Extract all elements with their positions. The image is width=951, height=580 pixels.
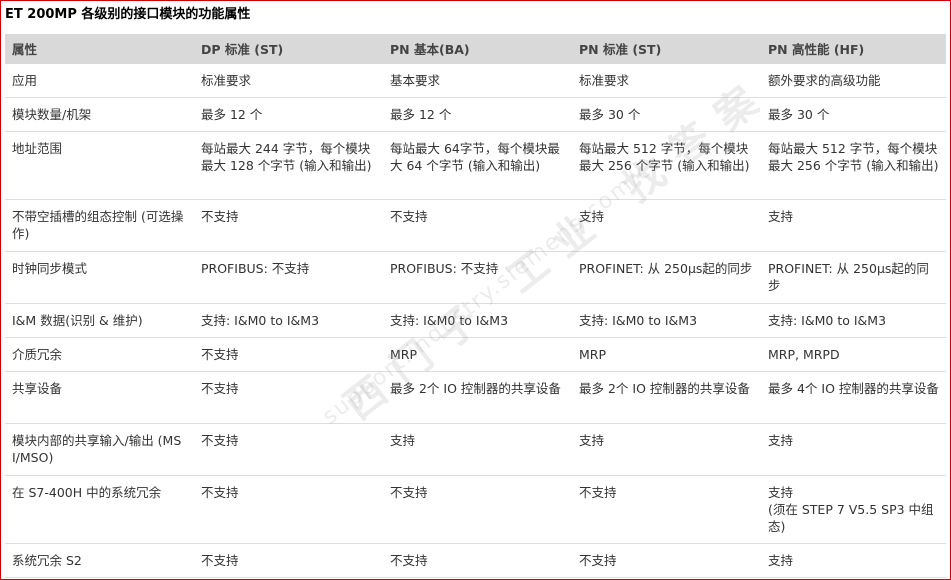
table-cell: 每站最大 512 字节，每个模块最大 256 个字节 (输入和输出) — [761, 131, 946, 200]
row-label: 时钟同步模式 — [5, 251, 194, 304]
table-cell: 不支持 — [194, 337, 383, 372]
table-cell: 支持: I&M0 to I&M3 — [761, 303, 946, 338]
table-cell: 最多 2个 IO 控制器的共享设备 — [572, 371, 761, 424]
column-header-pn-hf: PN 高性能 (HF) — [761, 34, 946, 64]
table-row: 时钟同步模式 PROFIBUS: 不支持 PROFIBUS: 不支持 PROFI… — [5, 251, 946, 304]
table-cell: PROFIBUS: 不支持 — [194, 251, 383, 304]
table-row: 模块数量/机架 最多 12 个 最多 12 个 最多 30 个 最多 30 个 — [5, 97, 946, 132]
table-cell: 支持 — [572, 423, 761, 476]
table-cell: 最多 12 个 — [383, 97, 572, 132]
table-cell: 不支持 — [194, 423, 383, 476]
table-cell: 支持 (须在 STEP 7 V5.5 SP3 中组态) — [761, 475, 946, 544]
row-label: 应用 — [5, 64, 194, 98]
column-header-dp-st: DP 标准 (ST) — [194, 34, 383, 64]
table-cell: 不支持 — [572, 475, 761, 544]
table-row: 在 S7-400H 中的系统冗余 不支持 不支持 不支持 支持 (须在 STEP… — [5, 475, 946, 544]
table-cell: 每站最大 244 字节，每个模块最大 128 个字节 (输入和输出) — [194, 131, 383, 200]
table-row: 应用 标准要求 基本要求 标准要求 额外要求的高级功能 — [5, 64, 946, 98]
table-row: I&M 数据(识别 & 维护) 支持: I&M0 to I&M3 支持: I&M… — [5, 303, 946, 338]
table-row: 地址范围 每站最大 244 字节，每个模块最大 128 个字节 (输入和输出) … — [5, 131, 946, 200]
row-label: 系统冗余 S2 — [5, 543, 194, 578]
table-cell: 支持: I&M0 to I&M3 — [572, 303, 761, 338]
table-cell: 不支持 — [194, 199, 383, 252]
table-cell: MRP, MRPD — [761, 337, 946, 372]
table-cell: 不支持 — [194, 475, 383, 544]
table-cell: PROFINET: 从 250μs起的同步 — [761, 251, 946, 304]
row-label: 不带空插槽的组态控制 (可选操作) — [5, 199, 194, 252]
table-cell: 最多 4个 IO 控制器的共享设备 — [761, 371, 946, 424]
function-properties-table: 属性 DP 标准 (ST) PN 基本(BA) PN 标准 (ST) PN 高性… — [5, 34, 946, 578]
table-header-row: 属性 DP 标准 (ST) PN 基本(BA) PN 标准 (ST) PN 高性… — [5, 34, 946, 64]
table-cell: 每站最大 512 字节，每个模块最大 256 个字节 (输入和输出) — [572, 131, 761, 200]
row-label: 在 S7-400H 中的系统冗余 — [5, 475, 194, 544]
table-row: 介质冗余 不支持 MRP MRP MRP, MRPD — [5, 337, 946, 372]
table-cell: 支持 — [761, 543, 946, 578]
table-cell: 标准要求 — [572, 64, 761, 98]
table-cell: PROFINET: 从 250μs起的同步 — [572, 251, 761, 304]
row-label: 模块数量/机架 — [5, 97, 194, 132]
table-row: 系统冗余 S2 不支持 不支持 不支持 支持 — [5, 543, 946, 578]
table-cell: 最多 30 个 — [572, 97, 761, 132]
row-label: 共享设备 — [5, 371, 194, 424]
table-cell: 不支持 — [194, 543, 383, 578]
table-cell: 支持 — [761, 199, 946, 252]
table-cell: MRP — [383, 337, 572, 372]
column-header-pn-ba: PN 基本(BA) — [383, 34, 572, 64]
table-cell: 支持 — [572, 199, 761, 252]
table-row: 共享设备 不支持 最多 2个 IO 控制器的共享设备 最多 2个 IO 控制器的… — [5, 371, 946, 424]
table-cell: 不支持 — [194, 371, 383, 424]
table-cell: 不支持 — [383, 475, 572, 544]
table-cell: 不支持 — [383, 199, 572, 252]
table-row: 不带空插槽的组态控制 (可选操作) 不支持 不支持 支持 支持 — [5, 199, 946, 252]
table-cell: MRP — [572, 337, 761, 372]
table-cell: 支持: I&M0 to I&M3 — [383, 303, 572, 338]
table-cell: 支持: I&M0 to I&M3 — [194, 303, 383, 338]
table-cell: 不支持 — [383, 543, 572, 578]
table-cell: PROFIBUS: 不支持 — [383, 251, 572, 304]
table-cell: 最多 30 个 — [761, 97, 946, 132]
table-cell: 最多 2个 IO 控制器的共享设备 — [383, 371, 572, 424]
table-cell: 标准要求 — [194, 64, 383, 98]
row-label: 地址范围 — [5, 131, 194, 200]
row-label: 介质冗余 — [5, 337, 194, 372]
table-cell: 支持 — [383, 423, 572, 476]
table-cell: 支持 — [761, 423, 946, 476]
table-cell: 每站最大 64字节，每个模块最大 64 个字节 (输入和输出) — [383, 131, 572, 200]
page-title: ET 200MP 各级别的接口模块的功能属性 — [5, 7, 251, 22]
column-header-property: 属性 — [5, 34, 194, 64]
table-row: 模块内部的共享输入/输出 (MSI/MSO) 不支持 支持 支持 支持 — [5, 423, 946, 476]
row-label: 模块内部的共享输入/输出 (MSI/MSO) — [5, 423, 194, 476]
column-header-pn-st: PN 标准 (ST) — [572, 34, 761, 64]
table-cell: 基本要求 — [383, 64, 572, 98]
table-cell: 最多 12 个 — [194, 97, 383, 132]
table-cell: 不支持 — [572, 543, 761, 578]
row-label: I&M 数据(识别 & 维护) — [5, 303, 194, 338]
table-cell: 额外要求的高级功能 — [761, 64, 946, 98]
